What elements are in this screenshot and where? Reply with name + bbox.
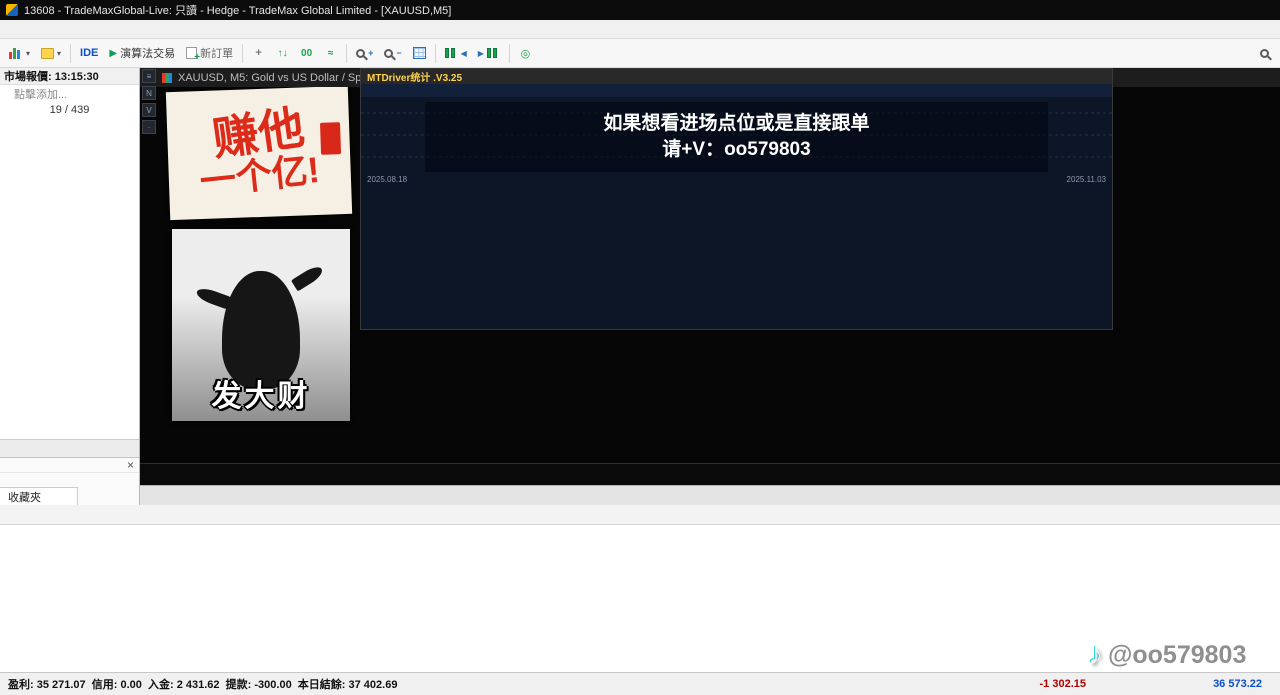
market-watch-title: 市場報價: 13:15:30 [0,68,139,85]
mtdriver-title: MTDriver统计 .V3.25 [361,69,1112,84]
meme-photo: 发大财 [172,229,350,421]
crosshair-icon: + [255,47,261,59]
zoom-in-button[interactable]: + [351,42,378,65]
market-watch-panel: 市場報價: 13:15:30 點擊添加... 19 / 439 [0,68,139,458]
toolbar: ▾ ▾ IDE ▶ 演算法交易 新訂單 + ↑↓ 00 ≈ + − ◀ ▶ ◎ [0,39,1280,68]
chart-window: XAUUSD, M5: Gold vs US Dollar / Spot 赚他 … [140,68,1280,505]
chevron-down-icon: ▾ [26,49,30,58]
chart-mini-button-4[interactable]: · [142,120,156,134]
toolbar-separator [435,44,436,63]
ide-button[interactable]: IDE [75,42,103,65]
contact-banner: 如果想看进场点位或是直接跟单 请+V：oo579803 [425,102,1048,172]
meme-caption: 发大财 [172,371,350,415]
mtdriver-panel: MTDriver统计 .V3.25 如果想看进场点位或是直接跟单 请+V：oo5… [360,68,1113,330]
profiles-icon [41,48,54,59]
updown-arrows-button[interactable]: ↑↓ [271,42,294,65]
zoom-out-icon [384,49,393,58]
trade-history-panel [0,505,1280,672]
favorites-header: × [0,458,139,473]
toolbar-separator [509,44,510,63]
toolbar-separator [242,44,243,63]
chart-tab-bar [140,485,1280,505]
date-end: 2025.11.03 [1067,175,1106,184]
wave-button[interactable]: ≈ [319,42,342,65]
crosshair-button[interactable]: + [247,42,270,65]
window-title: 13608 - TradeMaxGlobal-Live: 只讀 - Hedge … [24,2,451,18]
main-area: 市場報價: 13:15:30 點擊添加... 19 / 439 × 收藏夾 XA… [0,68,1280,505]
profiles-button[interactable]: ▾ [36,42,66,65]
search-button[interactable] [1253,42,1276,65]
app-icon [6,4,18,16]
new-chart-button[interactable]: ▾ [4,42,35,65]
wave-icon: ≈ [328,48,334,59]
chart-mini-button-3[interactable]: V [142,103,156,117]
profit-total: 36 573.22 [1086,678,1272,690]
account-summary: 盈利: 35 271.07 信用: 0.00 入金: 2 431.62 提款: … [0,676,397,692]
pause-icon: 00 [301,48,312,59]
chart-quick-buttons: ≡ N V · [142,69,156,134]
new-chart-icon [9,47,23,59]
objects-button[interactable]: ◎ [514,42,537,65]
new-order-icon [186,47,197,59]
chart-mini-button-2[interactable]: N [142,86,156,100]
candles-icon [445,47,458,60]
commission-total: -1 302.15 [1000,678,1086,690]
toolbar-separator [70,44,71,63]
window-titlebar: 13608 - TradeMaxGlobal-Live: 只讀 - Hedge … [0,0,1280,20]
banner-line-1: 如果想看进场点位或是直接跟单 [603,113,869,136]
zoom-out-button[interactable]: − [379,42,406,65]
menubar [0,20,1280,39]
date-start: 2025.08.18 [367,175,407,184]
banner-line-2: 请+V：oo579803 [662,139,810,162]
pause-button[interactable]: 00 [295,42,318,65]
zoom-in-icon [356,49,365,58]
chart-shift-left-button[interactable]: ◀ [440,42,472,65]
trade-table-header [0,505,1280,525]
toolbar-separator [346,44,347,63]
market-watch-tabs [0,439,139,457]
grid-icon [413,47,426,59]
mtdriver-tabs [361,84,1112,97]
chart-mini-button-1[interactable]: ≡ [142,69,156,83]
candles-icon [487,47,500,60]
target-icon: ◎ [521,47,531,60]
arrow-left-icon: ◀ [461,49,467,58]
equity-graph: 如果想看进场点位或是直接跟单 请+V：oo579803 2025.08.18 2… [361,97,1112,185]
left-column: 市場報價: 13:15:30 點擊添加... 19 / 439 × 收藏夾 [0,68,140,505]
new-order-button[interactable]: 新訂單 [181,42,238,65]
favorites-panel: × 收藏夾 [0,458,139,505]
red-seal-icon [320,122,341,155]
tab-favorites[interactable]: 收藏夾 [0,487,78,505]
close-icon[interactable]: × [127,458,134,472]
market-watch-counter: 19 / 439 [0,102,139,118]
chart-shift-right-button[interactable]: ▶ [473,42,505,65]
time-axis[interactable] [140,463,1280,485]
weekly-stats-table [361,185,1112,329]
status-bar: 盈利: 35 271.07 信用: 0.00 入金: 2 431.62 提款: … [0,672,1280,695]
arrow-right-icon: ▶ [478,49,484,58]
tile-windows-button[interactable] [408,42,431,65]
chart-title: XAUUSD, M5: Gold vs US Dollar / Spot [178,72,371,84]
play-icon: ▶ [109,48,117,59]
market-watch-add-symbol[interactable]: 點擊添加... [0,85,139,102]
search-icon [1260,49,1269,58]
chevron-down-icon: ▾ [57,49,61,58]
meme-sticker-top: 赚他 一个亿! [166,87,352,220]
algo-trading-button[interactable]: ▶ 演算法交易 [104,42,180,65]
updown-arrows-icon: ↑↓ [278,48,288,59]
chart-icon [162,73,172,83]
